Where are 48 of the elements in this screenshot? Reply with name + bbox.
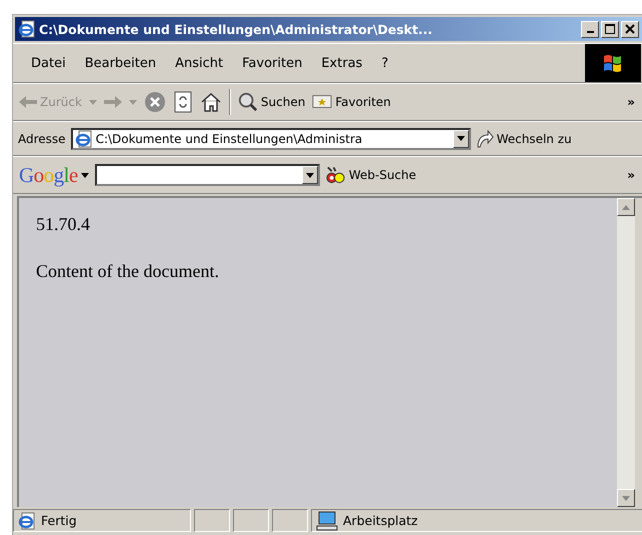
- caret-icon: [456, 136, 465, 141]
- toolbar-overflow-button[interactable]: »: [627, 168, 635, 182]
- status-panel: [194, 509, 230, 532]
- menu-item[interactable]: Extras: [321, 56, 362, 70]
- menu-item[interactable]: Ansicht: [175, 56, 224, 70]
- web-search-button[interactable]: Web-Suche: [326, 166, 416, 184]
- menu-item[interactable]: Bearbeiten: [84, 56, 156, 70]
- window-title: C:\Dokumente und Einstellungen\Administrator\Deskt...: [39, 22, 434, 36]
- maximize-button[interactable]: [601, 20, 619, 38]
- address-label: Adresse: [18, 132, 66, 146]
- ie-page-icon: [74, 130, 93, 148]
- windows-logo-icon: [585, 44, 641, 82]
- star-folder-icon: [312, 95, 332, 109]
- caret-icon: [80, 172, 89, 178]
- ie-page-icon: [18, 512, 36, 530]
- address-field[interactable]: C:\Dokumente und Einstellungen\Administra: [70, 128, 471, 150]
- scrollbar[interactable]: [617, 198, 635, 507]
- stop-button[interactable]: [144, 91, 166, 113]
- search-icon: [238, 92, 258, 112]
- go-button[interactable]: Wechseln zu: [476, 130, 572, 148]
- back-arrow-icon: [19, 95, 37, 109]
- menu-item[interactable]: Datei: [31, 56, 66, 70]
- caret-icon: [306, 172, 314, 178]
- maximize-icon: [605, 24, 615, 34]
- search-button[interactable]: Suchen: [238, 92, 306, 112]
- status-panel: [233, 509, 269, 532]
- home-button[interactable]: [200, 92, 222, 112]
- ie-page-icon: [18, 20, 36, 38]
- status-panel: [272, 509, 308, 532]
- close-button[interactable]: [621, 20, 639, 38]
- down-arrow-icon: [622, 496, 630, 500]
- zone-text: Arbeitsplatz: [343, 513, 418, 528]
- menu-item[interactable]: Favoriten: [242, 56, 302, 70]
- toolbar-overflow-button[interactable]: »: [627, 95, 635, 109]
- document-text: Content of the document.: [36, 261, 220, 282]
- status-text: Fertig: [41, 513, 77, 528]
- google-search-field[interactable]: [94, 164, 320, 186]
- menu-item[interactable]: ?: [381, 56, 388, 70]
- computer-icon: [316, 510, 338, 530]
- favorites-button[interactable]: Favoriten: [312, 95, 391, 109]
- up-arrow-icon: [622, 204, 630, 210]
- document-text: 51.70.4: [36, 214, 91, 235]
- binoculars-icon: [326, 166, 346, 184]
- google-menu-button[interactable]: Google: [19, 162, 89, 188]
- minimize-button[interactable]: [581, 20, 599, 38]
- close-icon: [625, 24, 635, 34]
- refresh-button[interactable]: [172, 91, 193, 113]
- curved-arrow-icon: [476, 130, 494, 148]
